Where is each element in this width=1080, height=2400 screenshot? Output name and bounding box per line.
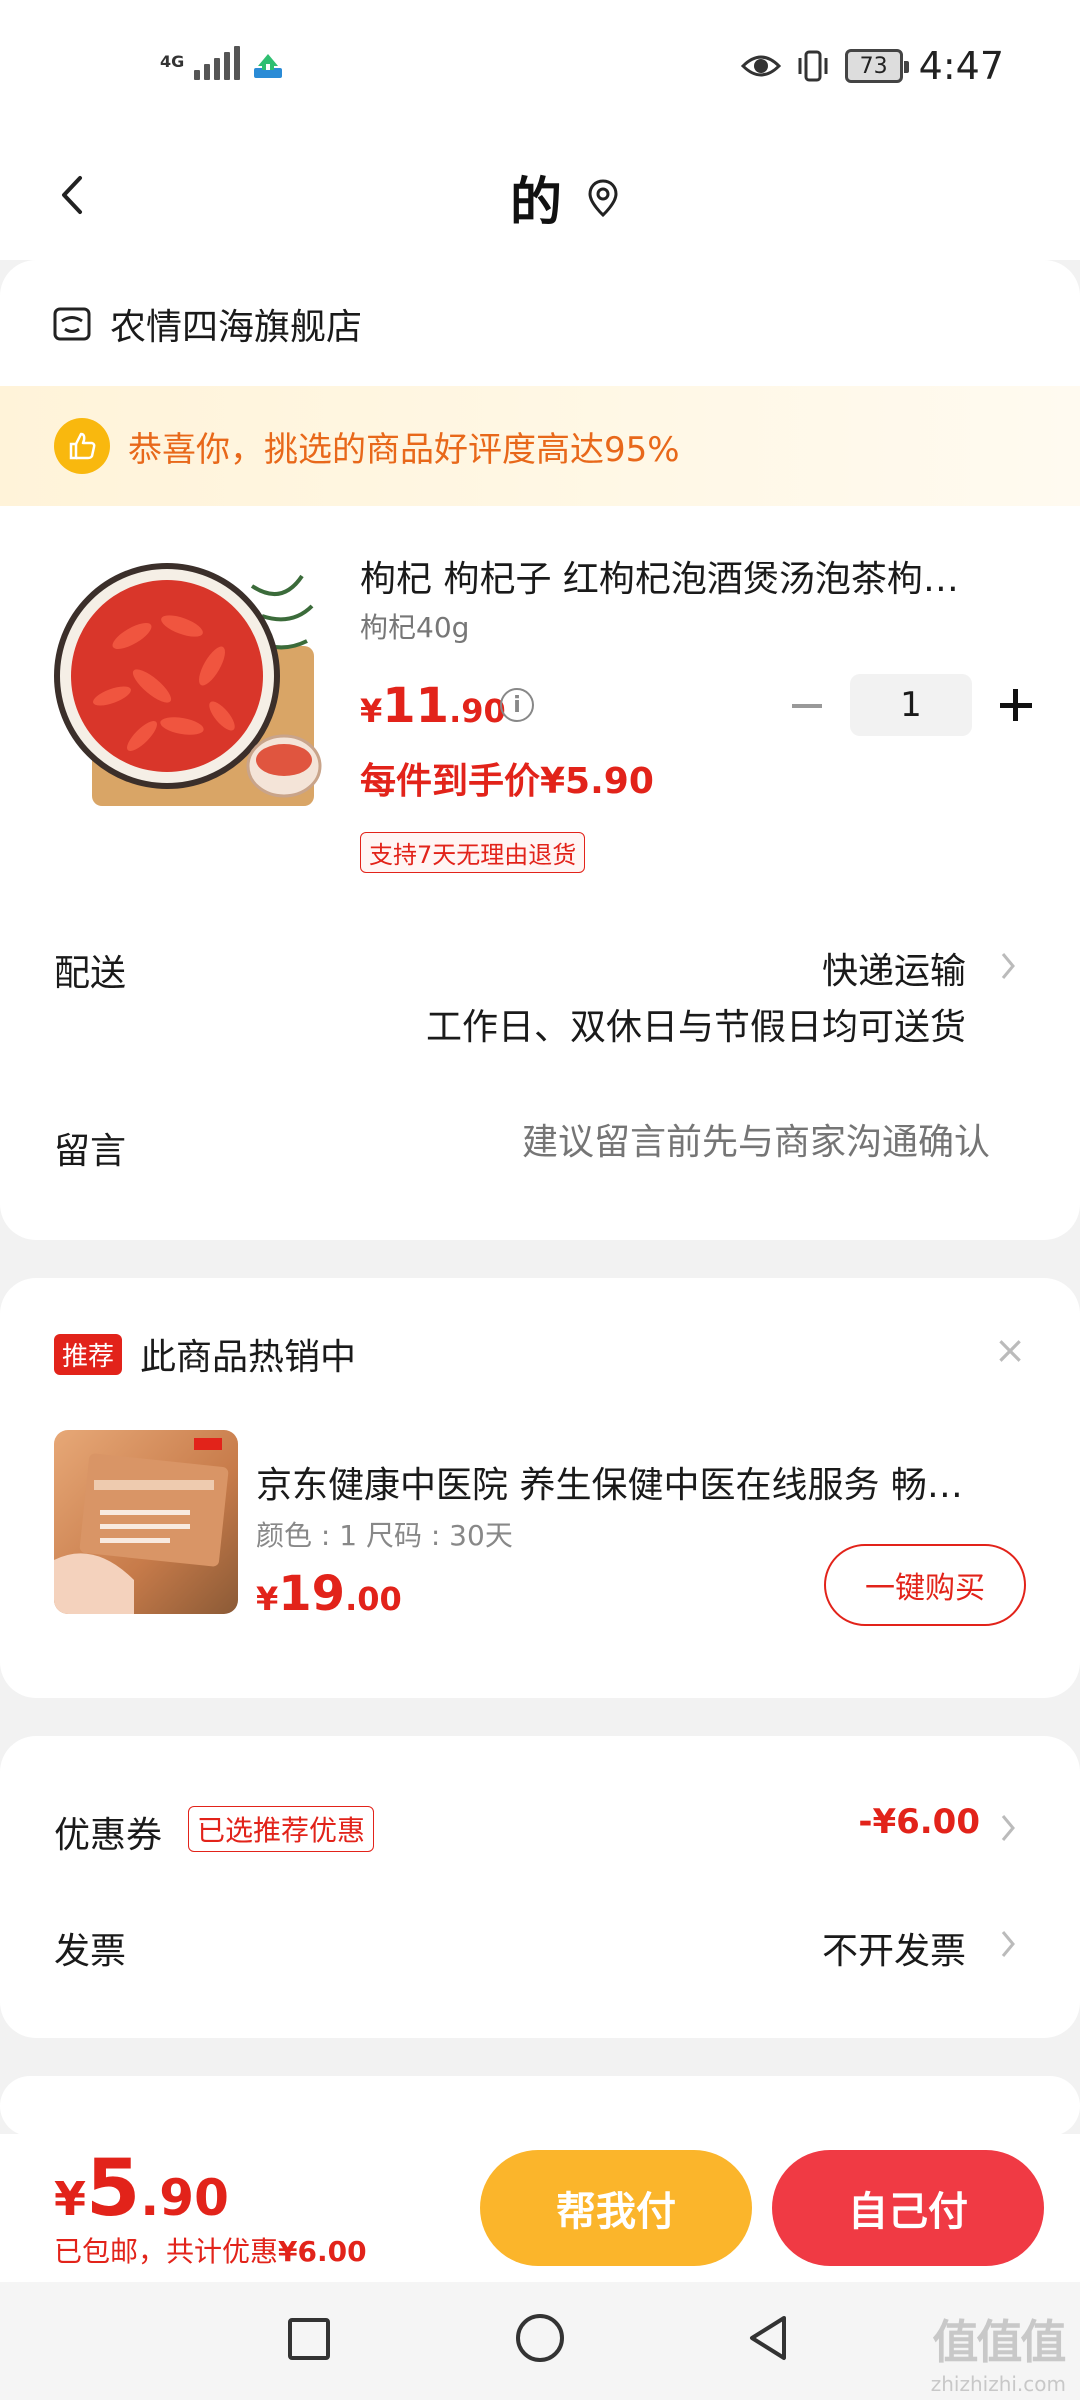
praise-text: 恭喜你，挑选的商品好评度高达95% (128, 429, 680, 470)
total-decimal: .90 (140, 2169, 229, 2227)
recommend-badge: 推荐 (54, 1334, 123, 1375)
watermark: 值值值 zhizhizhi.com (930, 2306, 1067, 2396)
delivery-note: 工作日、双休日与节假日均可送货 (425, 1007, 966, 1048)
thumbs-up-icon (54, 418, 110, 474)
network-type-label: 4G (160, 52, 185, 71)
recommend-title: 此商品热销中 (140, 1337, 357, 1378)
recommend-product-name[interactable]: 京东健康中医院 养生保健中医在线服务 畅… (256, 1456, 1026, 1508)
pay-myself-button[interactable]: 自己付 (772, 2150, 1044, 2266)
final-unit-price: 每件到手价¥5.90 (360, 761, 654, 802)
status-left: 4G (160, 44, 286, 80)
praise-banner: 恭喜你，挑选的商品好评度高达95% (0, 386, 1080, 506)
next-card-peek (0, 2076, 1080, 2136)
close-icon[interactable]: × (994, 1328, 1026, 1372)
back-triangle-icon[interactable] (744, 2312, 792, 2364)
price-integer: 11 (382, 678, 450, 734)
recommend-product-price: ¥ 19 .00 (256, 1566, 402, 1622)
invoice-value[interactable]: 不开发票 (822, 1922, 966, 1974)
help-me-pay-button[interactable]: 帮我付 (480, 2150, 752, 2266)
recommend-product-image[interactable] (54, 1430, 238, 1614)
product-price: ¥ 11 .90 (360, 678, 506, 734)
home-icon[interactable] (516, 2314, 564, 2362)
coupon-invoice-card: 优惠券 已选推荐优惠 -¥6.00 发票 不开发票 (0, 1736, 1080, 2038)
order-card: 农情四海旗舰店 恭喜你，挑选的商品好评度高达95% 枸杞 枸杞子 红枸杞泡酒煲汤… (0, 260, 1080, 1240)
discount-note: 已包邮，共计优惠¥6.00 (54, 2230, 367, 2270)
one-click-buy-button[interactable]: 一键购买 (824, 1544, 1026, 1626)
delivery-method[interactable]: 快递运输 (822, 942, 966, 994)
price-decimal: .00 (345, 1580, 402, 1618)
clock: 4:47 (918, 44, 1004, 88)
chevron-right-icon[interactable] (998, 1810, 1018, 1846)
quantity-stepper: 1 (784, 674, 1036, 736)
coupon-label: 优惠券 (54, 1815, 163, 1856)
eye-icon (740, 55, 781, 77)
discount-note-prefix: 已包邮，共计优惠 (54, 2235, 279, 2268)
price-decimal: .90 (449, 692, 506, 730)
increase-button[interactable] (996, 675, 1036, 735)
page-title: 的 (509, 173, 562, 233)
recommend-product-spec: 颜色 : 1 尺码 : 30天 (256, 1519, 513, 1552)
coupon-tag: 已选推荐优惠 (188, 1806, 375, 1852)
chevron-right-icon[interactable] (998, 1926, 1018, 1962)
return-policy-badge: 支持7天无理由退货 (360, 832, 586, 873)
location-pin-icon[interactable] (586, 178, 620, 218)
home-wifi-icon (254, 54, 283, 78)
price-currency: ¥ (256, 1580, 279, 1618)
checkout-bar: ¥ 5 .90 已包邮，共计优惠¥6.00 帮我付 自己付 (0, 2134, 1080, 2282)
watermark-url: zhizhizhi.com (930, 2372, 1066, 2396)
discount-amount: ¥6.00 (278, 2235, 367, 2268)
price-currency: ¥ (360, 692, 383, 730)
system-nav-bar: 值值值 zhizhizhi.com (0, 2282, 1080, 2400)
store-row[interactable]: 农情四海旗舰店 (52, 298, 362, 350)
invoice-label: 发票 (54, 1931, 127, 1972)
signal-bars-icon (194, 44, 241, 80)
status-bar: 4G 73 4:47 (0, 0, 1080, 130)
title-wrap: 的 (0, 160, 1080, 235)
total-integer: 5 (86, 2144, 141, 2234)
price-integer: 19 (278, 1566, 346, 1622)
coupon-value[interactable]: -¥6.00 (858, 1802, 980, 1842)
quantity-value[interactable]: 1 (850, 674, 972, 736)
vibrate-icon (798, 50, 828, 82)
total-price: ¥ 5 .90 (54, 2144, 229, 2234)
product-image[interactable] (52, 546, 324, 818)
recent-apps-icon[interactable] (288, 2318, 330, 2360)
chevron-right-icon[interactable] (998, 948, 1018, 984)
product-title[interactable]: 枸杞 枸杞子 红枸杞泡酒煲汤泡茶枸… (360, 550, 1020, 602)
decrease-button[interactable] (784, 675, 824, 735)
total-currency: ¥ (54, 2172, 87, 2226)
delivery-label: 配送 (54, 953, 127, 994)
product-spec: 枸杞40g (360, 611, 470, 644)
watermark-logo: 值值值 (932, 2315, 1066, 2369)
recommend-card: 推荐 此商品热销中 × 京东健康中医院 养生保健中医在线服务 畅… 颜色 : 1… (0, 1278, 1080, 1698)
store-name: 农情四海旗舰店 (110, 307, 363, 348)
info-icon[interactable]: i (500, 688, 534, 722)
battery-icon: 73 (844, 49, 909, 83)
message-input[interactable] (430, 1122, 990, 1163)
message-label: 留言 (54, 1131, 127, 1172)
header: 的 (0, 130, 1080, 260)
status-right: 73 4:47 (740, 44, 1004, 88)
store-icon (53, 307, 91, 341)
